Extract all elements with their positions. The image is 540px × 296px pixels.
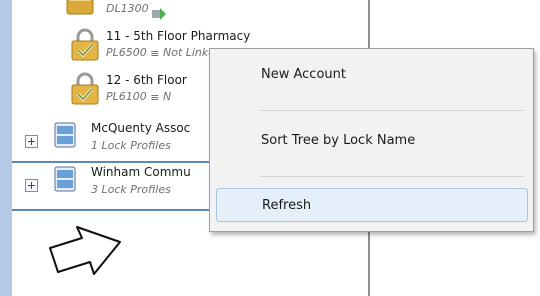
tree-item-subtitle: 1 Lock Profiles	[91, 139, 171, 152]
expand-icon[interactable]	[25, 179, 38, 192]
left-rail	[0, 0, 12, 296]
green-arrow-icon	[152, 5, 166, 24]
lock-icon	[64, 0, 98, 16]
lock-icon	[68, 28, 102, 61]
cabinet-icon	[54, 122, 76, 148]
tree-item-title: Winham Commu	[91, 165, 191, 179]
tree-item-title: 12 - 6th Floor	[106, 73, 187, 87]
wifi-icon: ≡	[150, 46, 160, 60]
menu-separator	[260, 110, 524, 111]
context-menu: New Account Sort Tree by Lock Name Refre…	[209, 48, 534, 232]
menu-item-refresh[interactable]: Refresh	[216, 188, 528, 222]
pointer-arrow-icon	[46, 218, 124, 284]
tree-item-model: PL6500 ≡ Not Linked	[106, 46, 223, 60]
menu-item-new-account[interactable]: New Account	[216, 58, 528, 92]
tree-item-subtitle: 3 Lock Profiles	[91, 183, 171, 196]
cabinet-icon	[54, 166, 76, 192]
tree-item-model: DL1300	[106, 2, 149, 15]
tree-item-title: McQuenty Assoc	[91, 121, 191, 135]
lock-icon	[68, 72, 102, 105]
tree-item-title: 11 - 5th Floor Pharmacy	[106, 29, 251, 43]
tree-item-model: PL6100 ≡ N	[106, 90, 172, 104]
wifi-icon: ≡	[150, 90, 160, 104]
menu-separator	[260, 176, 524, 177]
expand-icon[interactable]	[25, 135, 38, 148]
menu-item-sort-tree[interactable]: Sort Tree by Lock Name	[216, 124, 528, 158]
